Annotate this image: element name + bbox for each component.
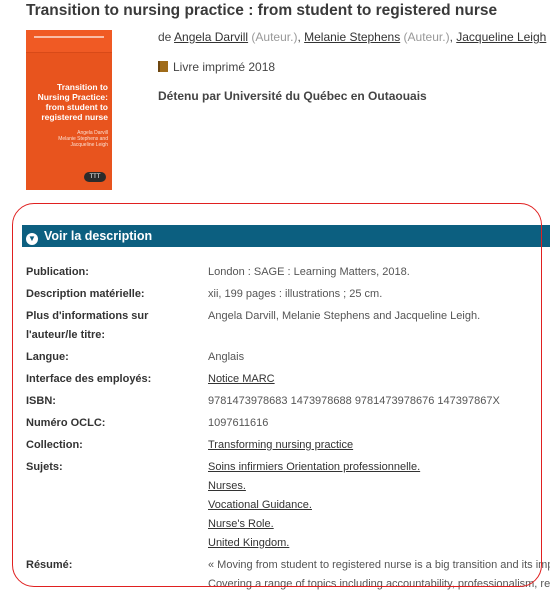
- description-toggle[interactable]: ▼ Voir la description: [22, 225, 550, 247]
- language-label: Langue:: [26, 351, 69, 363]
- collection-value: Transforming nursing practice: [208, 436, 353, 455]
- publication-value: London : SAGE : Learning Matters, 2018.: [208, 266, 410, 278]
- book-cover-image[interactable]: Transition to Nursing Practice: from stu…: [26, 30, 112, 190]
- subject-link[interactable]: Nurse's Role.: [208, 515, 274, 534]
- isbn-value: 9781473978683 1473978688 9781473978676 1…: [208, 395, 500, 407]
- collection-label: Collection:: [26, 439, 83, 451]
- oclc-value: 1097611616: [208, 417, 269, 429]
- collection-link[interactable]: Transforming nursing practice: [208, 439, 353, 451]
- language-value: Anglais: [208, 351, 245, 363]
- record-title: Transition to nursing practice : from st…: [26, 2, 498, 19]
- cover-header-strip: [26, 30, 112, 53]
- staff-interface-label: Interface des employés:: [26, 373, 152, 385]
- physical-description-label: Description matérielle:: [26, 288, 145, 300]
- marc-record-link[interactable]: Notice MARC: [208, 373, 275, 385]
- isbn-label: ISBN:: [26, 395, 56, 407]
- physical-description-value: xii, 199 pages : illustrations ; 25 cm.: [208, 288, 383, 300]
- summary-line-2: Covering a range of topics including acc…: [208, 578, 550, 590]
- subject-link[interactable]: Vocational Guidance.: [208, 496, 312, 515]
- description-toggle-label: Voir la description: [44, 229, 153, 243]
- cover-title-text: Transition to Nursing Practice: from stu…: [37, 82, 108, 122]
- chevron-down-icon: ▼: [26, 233, 38, 245]
- format-line: Livre imprimé 2018: [158, 60, 275, 74]
- subjects-label: Sujets:: [26, 461, 63, 473]
- author-link-leigh[interactable]: Jacqueline Leigh: [456, 30, 546, 44]
- format-text: Livre imprimé 2018: [173, 60, 276, 74]
- summary-label: Résumé:: [26, 559, 73, 571]
- subject-link[interactable]: Nurses.: [208, 477, 246, 496]
- more-info-label-line1: Plus d'informations sur: [26, 310, 149, 322]
- summary-line-1: « Moving from student to registered nurs…: [208, 559, 550, 571]
- staff-interface-value: Notice MARC: [208, 370, 275, 389]
- more-info-label-line2: l'auteur/le titre:: [26, 329, 106, 341]
- book-icon: [158, 61, 168, 72]
- holding-library: Détenu par Université du Québec en Outao…: [158, 89, 427, 103]
- author-role: (Auteur.): [251, 30, 298, 44]
- author-line: de Angela Darvill (Auteur.), Melanie Ste…: [158, 30, 547, 44]
- subject-link[interactable]: United Kingdom.: [208, 534, 289, 553]
- author-link-darvill[interactable]: Angela Darvill: [174, 30, 248, 44]
- by-label: de: [158, 30, 172, 44]
- author-role: (Auteur.): [403, 30, 450, 44]
- publication-label: Publication:: [26, 266, 89, 278]
- more-info-value: Angela Darvill, Melanie Stephens and Jac…: [208, 310, 481, 322]
- oclc-label: Numéro OCLC:: [26, 417, 106, 429]
- cover-authors-text: Angela Darvill Melanie Stephens and Jacq…: [58, 130, 108, 148]
- cover-publisher-badge: TTT: [84, 172, 106, 182]
- subject-link[interactable]: Soins infirmiers Orientation professionn…: [208, 458, 420, 477]
- author-link-stephens[interactable]: Melanie Stephens: [304, 30, 400, 44]
